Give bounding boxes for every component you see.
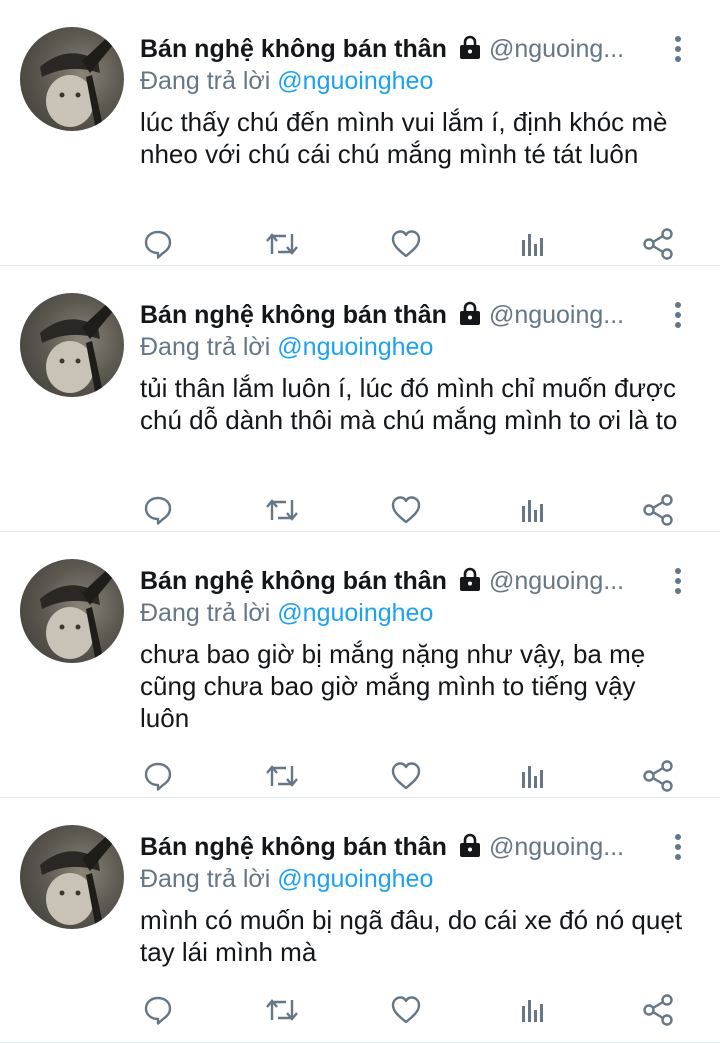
tweet-text: chưa bao giờ bị mắng nặng như vậy, ba mẹ… (140, 639, 646, 733)
reply-icon[interactable] (140, 758, 176, 794)
share-icon[interactable] (640, 226, 676, 262)
protected-lock-icon (457, 831, 483, 866)
tweet[interactable]: Bán nghệ không bán thân @nguoing... Đang … (0, 798, 720, 1043)
replying-to: Đang trả lời @nguoingheo (140, 64, 433, 98)
replying-to: Đang trả lời @nguoingheo (140, 862, 433, 896)
handle: @nguoing... (488, 833, 625, 861)
analytics-icon[interactable] (514, 758, 550, 794)
display-name[interactable]: Bán nghệ không bán thân (140, 833, 447, 861)
retweet-icon[interactable] (264, 226, 300, 262)
tweet[interactable]: Bán nghệ không bán thân @nguoing... Đang … (0, 0, 720, 266)
replying-label: Đang trả lời (140, 865, 271, 893)
mention-link[interactable]: @nguoingheo (277, 67, 433, 95)
like-icon[interactable] (388, 226, 424, 262)
reply-icon[interactable] (140, 226, 176, 262)
more-vertical-icon[interactable] (664, 566, 692, 596)
display-name[interactable]: Bán nghệ không bán thân (140, 35, 447, 63)
tweet-text: lúc thấy chú đến mình vui lắm í, định kh… (140, 107, 668, 169)
tweet-header: Bán nghệ không bán thân @nguoing... (140, 30, 660, 68)
retweet-icon[interactable] (264, 992, 300, 1028)
protected-lock-icon (457, 565, 483, 600)
retweet-icon[interactable] (264, 758, 300, 794)
action-bar (140, 992, 680, 1028)
mention-link[interactable]: @nguoingheo (277, 599, 433, 627)
tweet-feed: Bán nghệ không bán thân @nguoing... Đang … (0, 0, 720, 1043)
tweet-header: Bán nghệ không bán thân @nguoing... (140, 562, 660, 600)
reply-icon[interactable] (140, 992, 176, 1028)
tweet-text: tủi thân lắm luôn í, lúc đó mình chỉ muố… (140, 373, 678, 435)
protected-lock-icon (457, 33, 483, 68)
share-icon[interactable] (640, 492, 676, 528)
replying-label: Đang trả lời (140, 599, 271, 627)
like-icon[interactable] (388, 992, 424, 1028)
avatar[interactable] (20, 27, 124, 131)
handle: @nguoing... (488, 35, 625, 63)
share-icon[interactable] (640, 758, 676, 794)
share-icon[interactable] (640, 992, 676, 1028)
display-name[interactable]: Bán nghệ không bán thân (140, 567, 447, 595)
tweet-header: Bán nghệ không bán thân @nguoing... (140, 828, 660, 866)
mention-link[interactable]: @nguoingheo (277, 865, 433, 893)
action-bar (140, 226, 680, 262)
replying-to: Đang trả lời @nguoingheo (140, 596, 433, 630)
tweet-text: mình có muốn bị ngã đâu, do cái xe đó nó… (140, 905, 683, 967)
replying-label: Đang trả lời (140, 67, 271, 95)
more-vertical-icon[interactable] (664, 34, 692, 64)
replying-to: Đang trả lời @nguoingheo (140, 330, 433, 364)
protected-lock-icon (457, 299, 483, 334)
handle: @nguoing... (488, 301, 625, 329)
avatar[interactable] (20, 825, 124, 929)
analytics-icon[interactable] (514, 226, 550, 262)
tweet-header: Bán nghệ không bán thân @nguoing... (140, 296, 660, 334)
reply-icon[interactable] (140, 492, 176, 528)
retweet-icon[interactable] (264, 492, 300, 528)
tweet[interactable]: Bán nghệ không bán thân @nguoing... Đang … (0, 532, 720, 798)
handle: @nguoing... (488, 567, 625, 595)
analytics-icon[interactable] (514, 992, 550, 1028)
avatar[interactable] (20, 559, 124, 663)
more-vertical-icon[interactable] (664, 300, 692, 330)
display-name[interactable]: Bán nghệ không bán thân (140, 301, 447, 329)
mention-link[interactable]: @nguoingheo (277, 333, 433, 361)
avatar[interactable] (20, 293, 124, 397)
replying-label: Đang trả lời (140, 333, 271, 361)
action-bar (140, 492, 680, 528)
tweet[interactable]: Bán nghệ không bán thân @nguoing... Đang … (0, 266, 720, 532)
like-icon[interactable] (388, 492, 424, 528)
action-bar (140, 758, 680, 794)
more-vertical-icon[interactable] (664, 832, 692, 862)
like-icon[interactable] (388, 758, 424, 794)
analytics-icon[interactable] (514, 492, 550, 528)
